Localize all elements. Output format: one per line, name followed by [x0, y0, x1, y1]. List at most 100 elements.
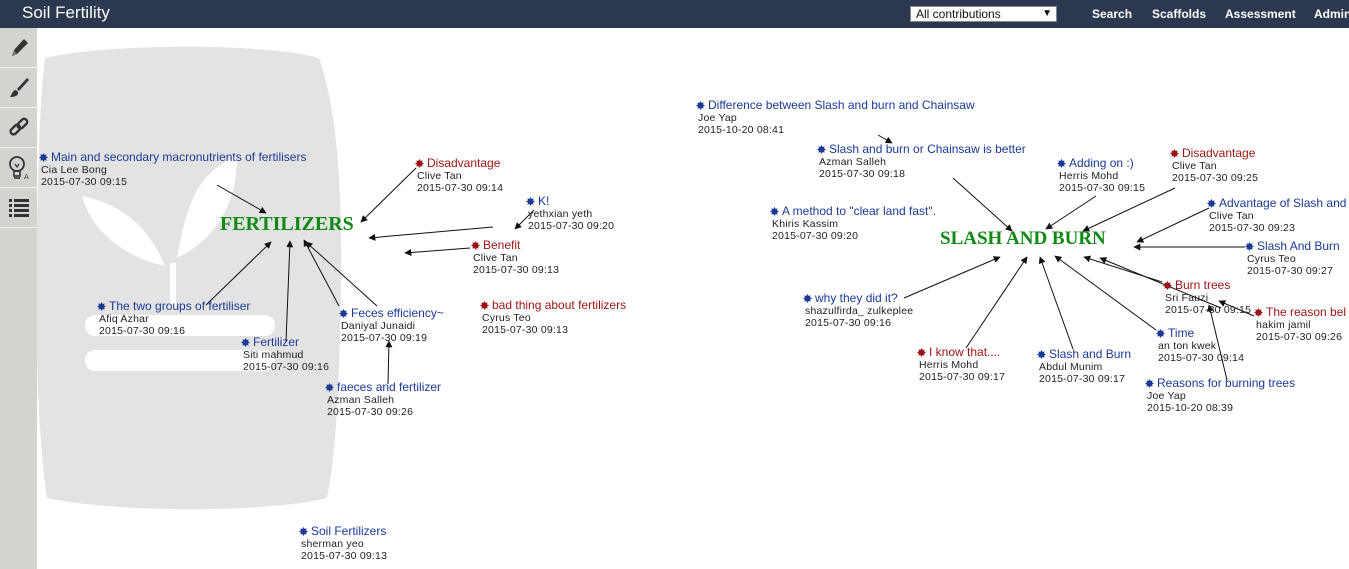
- note-date: 2015-07-30 09:17: [919, 371, 1006, 383]
- note-author: Cia Lee Bong: [41, 164, 108, 176]
- note-title[interactable]: Benefit: [471, 238, 559, 252]
- note-title[interactable]: I know that....: [917, 345, 1005, 359]
- note-title[interactable]: Soil Fertilizers: [299, 524, 387, 538]
- topic-slash-and-burn[interactable]: SLASH AND BURN: [940, 228, 1106, 250]
- note-author: Cyrus Teo: [482, 312, 531, 324]
- note-title[interactable]: Advantage of Slash and: [1207, 196, 1346, 210]
- note-9[interactable]: Soil Fertilizers sherman yeo 2015-07-30 09…: [299, 524, 387, 562]
- note-date: 2015-07-30 09:18: [819, 168, 906, 180]
- note-title[interactable]: Slash And Burn: [1245, 239, 1340, 253]
- svg-text:A: A: [24, 173, 29, 181]
- brush-tool[interactable]: [0, 68, 37, 108]
- note-title[interactable]: Time: [1156, 326, 1244, 340]
- note-title[interactable]: Disadvantage: [1170, 146, 1258, 160]
- view-select[interactable]: All contributions ▼: [910, 6, 1057, 22]
- note-title[interactable]: K!: [526, 194, 614, 208]
- note-21[interactable]: I know that.... Herris Mohd 2015-07-30 09:…: [917, 345, 1005, 383]
- note-17[interactable]: why they did it? shazulfirda_ zulkeplee 20…: [803, 291, 913, 329]
- note-author: Sri Fauzi: [1165, 292, 1209, 304]
- note-title[interactable]: bad thing about fertilizers: [480, 298, 626, 312]
- note-title[interactable]: A method to "clear land fast".: [770, 204, 936, 218]
- note-author: Joe Yap: [1147, 390, 1186, 402]
- note-15[interactable]: Advantage of Slash and Clive Tan 2015-07-3…: [1207, 196, 1346, 234]
- note-author: Clive Tan: [473, 252, 518, 264]
- note-16[interactable]: Slash And Burn Cyrus Teo 2015-07-30 09:27: [1245, 239, 1340, 277]
- dropdown-arrow-icon: ▼: [1042, 8, 1052, 19]
- left-toolbar: A: [0, 28, 37, 569]
- note-author: Herris Mohd: [919, 359, 979, 371]
- note-2[interactable]: K! yethxian yeth 2015-07-30 09:20: [526, 194, 614, 232]
- note-status-icon: [696, 100, 705, 110]
- note-date: 2015-07-30 09:20: [772, 230, 859, 242]
- link-arrow-4: [404, 247, 471, 257]
- link-arrow-5: [205, 241, 272, 306]
- note-status-icon: [770, 206, 779, 216]
- note-date: 2015-07-30 09:25: [1172, 172, 1259, 184]
- note-status-icon: [241, 337, 250, 347]
- note-author: Siti mahmud: [243, 349, 304, 361]
- note-status-icon: [471, 240, 480, 250]
- note-title[interactable]: faeces and fertilizer: [325, 380, 441, 394]
- note-status-icon: [97, 301, 106, 311]
- note-5[interactable]: The two groups of fertiliser Afiq Azhar 20…: [97, 299, 250, 337]
- note-4[interactable]: bad thing about fertilizers Cyrus Teo 2015…: [480, 298, 626, 336]
- note-8[interactable]: faeces and fertilizer Azman Salleh 2015-07…: [325, 380, 441, 418]
- note-status-icon: [803, 293, 812, 303]
- link-tool[interactable]: [0, 108, 37, 148]
- note-title[interactable]: Reasons for burning trees: [1145, 376, 1295, 390]
- list-tool[interactable]: [0, 188, 37, 228]
- note-date: 2015-07-30 09:26: [1256, 331, 1343, 343]
- note-20[interactable]: Time an ton kwek 2015-07-30 09:14: [1156, 326, 1244, 364]
- lightbulb-icon: A: [8, 155, 29, 181]
- note-date: 2015-07-30 09:15: [1165, 304, 1252, 316]
- note-7[interactable]: Feces efficiency~ Daniyal Junaidi 2015-07-…: [339, 306, 444, 344]
- note-status-icon: [339, 308, 348, 318]
- note-author: Clive Tan: [417, 170, 462, 182]
- nav-scaffolds[interactable]: Scaffolds: [1152, 7, 1206, 21]
- note-0[interactable]: Main and secondary macronutrients of fer…: [39, 150, 306, 188]
- note-date: 2015-10-20 08:41: [698, 124, 785, 136]
- idea-tool[interactable]: A: [0, 148, 37, 188]
- note-date: 2015-07-30 09:13: [473, 264, 560, 276]
- nav-admin[interactable]: Admin: [1314, 7, 1349, 21]
- note-date: 2015-07-30 09:16: [99, 325, 186, 337]
- note-14[interactable]: A method to "clear land fast". Khiris Kas…: [770, 204, 936, 242]
- pencil-tool[interactable]: [0, 28, 37, 68]
- note-title[interactable]: The reason bel: [1254, 305, 1346, 319]
- note-18[interactable]: Burn trees Sri Fauzi 2015-07-30 09:15: [1163, 278, 1251, 316]
- note-title[interactable]: Fertilizer: [241, 335, 329, 349]
- nav-search[interactable]: Search: [1092, 7, 1132, 21]
- note-title[interactable]: Adding on :): [1057, 156, 1145, 170]
- note-status-icon: [1254, 307, 1263, 317]
- note-10[interactable]: Difference between Slash and burn and Ch…: [696, 98, 975, 136]
- note-23[interactable]: Reasons for burning trees Joe Yap 2015-10-…: [1145, 376, 1295, 414]
- link-arrow-1: [360, 167, 417, 223]
- note-title[interactable]: Difference between Slash and burn and Ch…: [696, 98, 975, 112]
- note-13[interactable]: Disadvantage Clive Tan 2015-07-30 09:25: [1170, 146, 1258, 184]
- note-title[interactable]: The two groups of fertiliser: [97, 299, 250, 313]
- note-title[interactable]: Feces efficiency~: [339, 306, 444, 320]
- knowledge-map-canvas: FERTILIZERS SLASH AND BURN Main and seco…: [37, 28, 1349, 569]
- note-title[interactable]: Slash and burn or Chainsaw is better: [817, 142, 1026, 156]
- note-11[interactable]: Slash and burn or Chainsaw is better Azma…: [817, 142, 1026, 180]
- note-12[interactable]: Adding on :) Herris Mohd 2015-07-30 09:15: [1057, 156, 1145, 194]
- topic-fertilizers[interactable]: FERTILIZERS: [220, 213, 354, 236]
- note-19[interactable]: The reason bel hakim jamil 2015-07-30 09:2…: [1254, 305, 1346, 343]
- note-status-icon: [817, 144, 826, 154]
- note-1[interactable]: Disadvantage Clive Tan 2015-07-30 09:14: [415, 156, 503, 194]
- note-6[interactable]: Fertilizer Siti mahmud 2015-07-30 09:16: [241, 335, 329, 373]
- note-title[interactable]: Burn trees: [1163, 278, 1251, 292]
- brush-icon: [9, 77, 29, 97]
- link-arrow-14: [1136, 207, 1210, 243]
- note-22[interactable]: Slash and Burn Abdul Munim 2015-07-30 09:1…: [1037, 347, 1131, 385]
- note-author: an ton kwek: [1158, 340, 1217, 352]
- note-author: Herris Mohd: [1059, 170, 1119, 182]
- note-3[interactable]: Benefit Clive Tan 2015-07-30 09:13: [471, 238, 559, 276]
- note-title[interactable]: Slash and Burn: [1037, 347, 1131, 361]
- link-arrow-0: [216, 184, 267, 214]
- nav-assessment[interactable]: Assessment: [1225, 7, 1296, 21]
- note-title[interactable]: why they did it?: [803, 291, 913, 305]
- note-author: Clive Tan: [1209, 210, 1254, 222]
- note-title[interactable]: Main and secondary macronutrients of fer…: [39, 150, 306, 164]
- note-title[interactable]: Disadvantage: [415, 156, 503, 170]
